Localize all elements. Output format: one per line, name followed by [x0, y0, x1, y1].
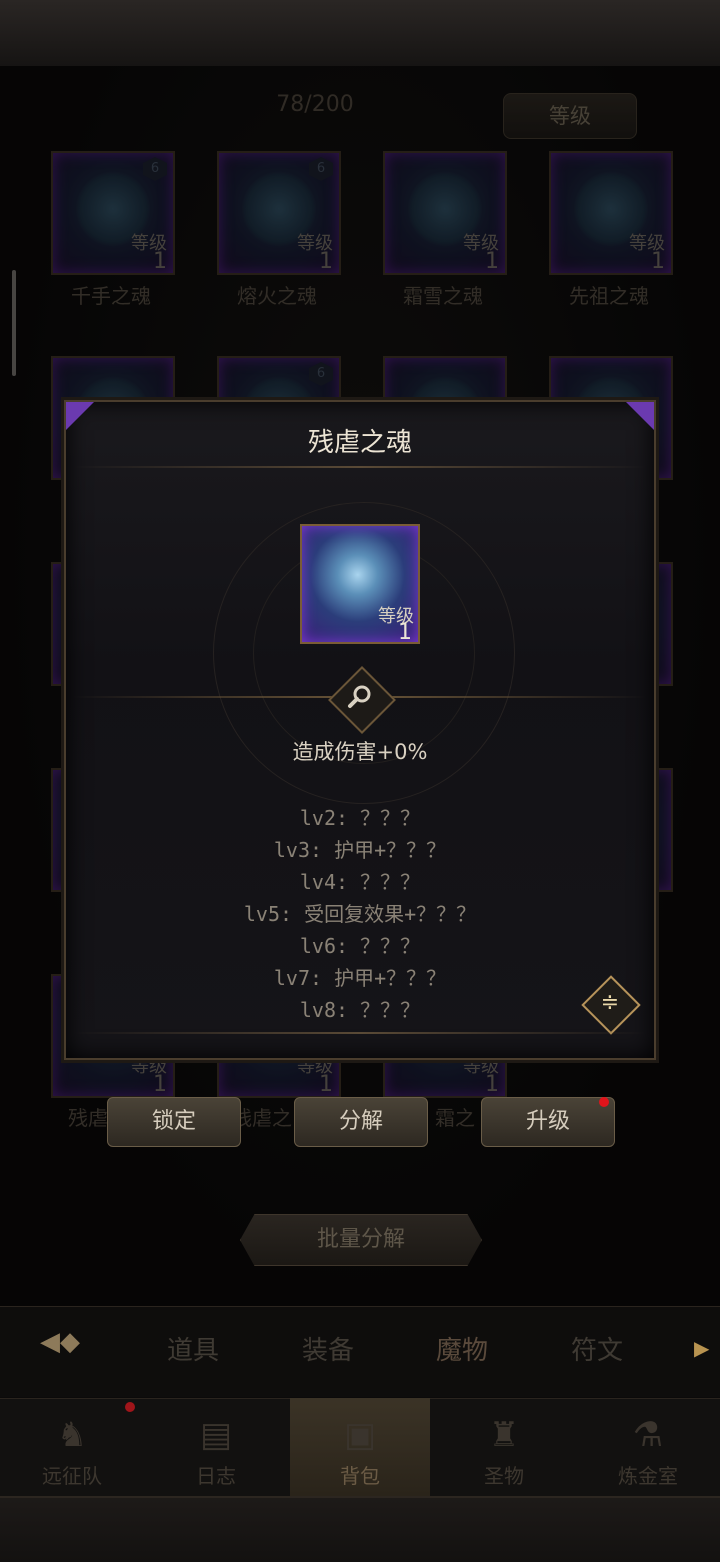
level-bonus: lv7: 护甲+？？？: [273, 966, 447, 990]
nav-label: 背包: [340, 1464, 380, 1488]
bottom-frame: [0, 1496, 720, 1562]
batch-decompose-button[interactable]: 批量分解: [240, 1214, 482, 1266]
effect-text: 造成伤害+0%: [292, 740, 428, 764]
tab-equipment[interactable]: 装备: [302, 1330, 354, 1367]
tab-monsters[interactable]: 魔物: [436, 1330, 488, 1367]
nav-backpack[interactable]: ▣ 背包: [290, 1398, 430, 1496]
nav-label: 日志: [196, 1464, 236, 1488]
divider: [74, 466, 646, 468]
level-bonus: lv5: 受回复效果+？？？: [243, 902, 477, 926]
nav-journal[interactable]: ▤ 日志: [144, 1398, 288, 1496]
level-value: 1: [398, 620, 412, 645]
flask-icon: ⚗: [632, 1415, 664, 1455]
lock-button[interactable]: 锁定: [107, 1097, 241, 1147]
chevron-right-icon[interactable]: ▶: [694, 1336, 709, 1360]
chalice-icon: ♜: [488, 1415, 520, 1455]
nav-expedition[interactable]: ♞ 远征队: [0, 1398, 144, 1496]
level-bonus: lv8: ？？？: [299, 998, 421, 1022]
back-arrow-icon[interactable]: ◀◆: [40, 1320, 130, 1364]
notification-dot: [125, 1402, 135, 1412]
nav-label: 炼金室: [618, 1464, 678, 1488]
level-bonus: lv2: ？？？: [299, 806, 421, 830]
tab-items[interactable]: 道具: [167, 1330, 219, 1367]
level-bonus: lv3: 护甲+？？？: [273, 838, 447, 862]
soul-portrait: 等级 1: [300, 524, 420, 645]
level-bonus: lv6: ？？？: [299, 934, 421, 958]
soul-detail-dialog: 残虐之魂 等级 1 造成伤害+0% lv2: ？？？ lv3: 护甲+？？？ l…: [64, 400, 656, 1060]
nav-relics[interactable]: ♜ 圣物: [432, 1398, 576, 1496]
divider: [74, 1032, 646, 1034]
notification-dot: [599, 1097, 609, 1107]
top-frame: [0, 0, 720, 68]
magnifier-icon: [348, 685, 371, 708]
level-bonus: lv4: ？？？: [299, 870, 421, 894]
horned-helmet-icon: ♞: [56, 1415, 88, 1455]
tab-runes[interactable]: 符文: [571, 1330, 623, 1367]
nav-alchemy[interactable]: ⚗ 炼金室: [576, 1398, 720, 1496]
nav-label: 圣物: [484, 1464, 524, 1488]
decompose-button[interactable]: 分解: [294, 1097, 428, 1147]
scroll-icon: ▤: [199, 1415, 233, 1455]
nav-label: 远征队: [42, 1464, 102, 1488]
backpack-icon: ▣: [343, 1415, 377, 1455]
upgrade-button[interactable]: 升级: [481, 1097, 615, 1147]
expand-icon: ≑: [600, 990, 620, 1015]
dialog-title: 残虐之魂: [307, 428, 412, 458]
